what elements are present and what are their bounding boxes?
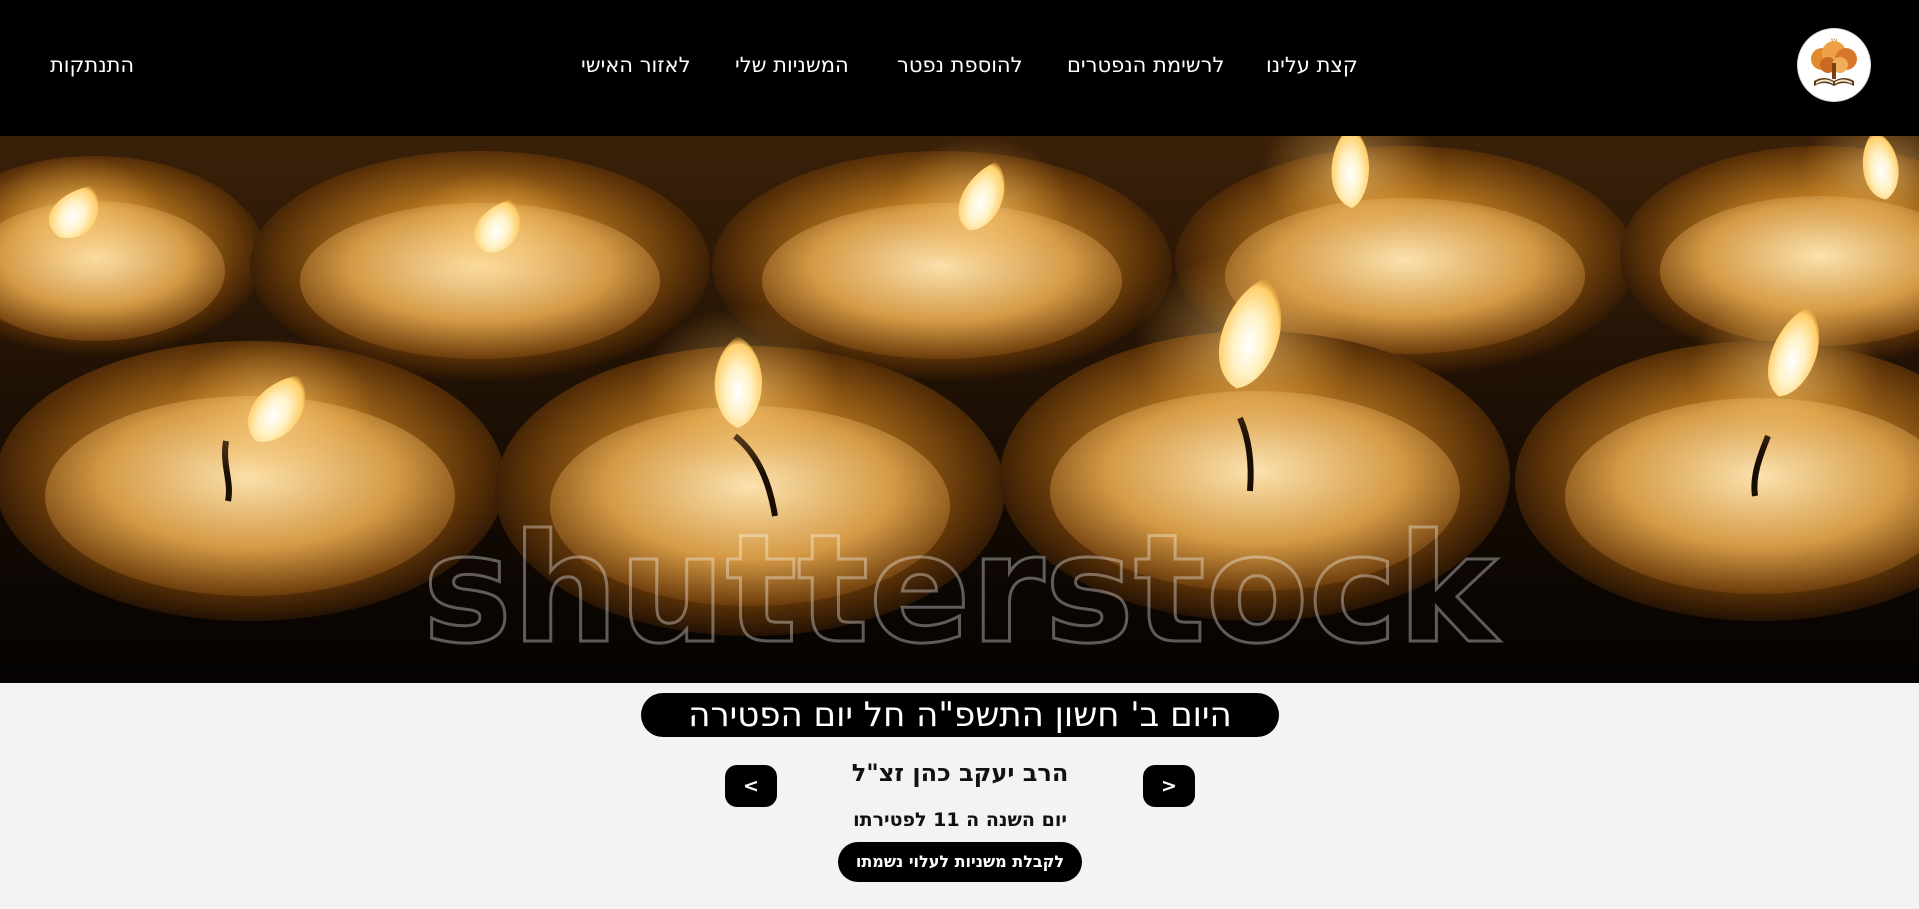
memorial-date-banner: היום ב' חשון התשפ"ה חל יום הפטירה (641, 693, 1279, 737)
top-navbar: התנתקות לאזור האישי המשניות שלי להוספת נ… (0, 0, 1919, 136)
logout-link[interactable]: התנתקות (50, 53, 134, 77)
receive-mishnayot-button[interactable]: לקבלת משניות לעלוי נשמתו (838, 842, 1082, 882)
nav-add-deceased[interactable]: להוספת נפטר (897, 53, 1023, 77)
nav-my-mishnayot[interactable]: המשניות שלי (735, 53, 849, 77)
nav-deceased-list[interactable]: לרשימת הנפטרים (1067, 53, 1224, 77)
hero-candles-image: shutterstock (0, 136, 1919, 683)
nav-about[interactable]: קצת עלינו (1266, 53, 1358, 77)
hero-watermark: shutterstock (423, 503, 1501, 677)
next-arrow-button[interactable]: > (1143, 765, 1195, 807)
deceased-name: הרב יעקב כהן זצ"ל (851, 759, 1069, 787)
tree-book-logo-icon[interactable]: עץ (1798, 29, 1870, 101)
nav-personal-area[interactable]: לאזור האישי (581, 53, 691, 77)
memorial-section: היום ב' חשון התשפ"ה חל יום הפטירה < הרב … (0, 683, 1919, 909)
anniversary-info: יום השנה ה 11 לפטירתו (853, 809, 1067, 831)
